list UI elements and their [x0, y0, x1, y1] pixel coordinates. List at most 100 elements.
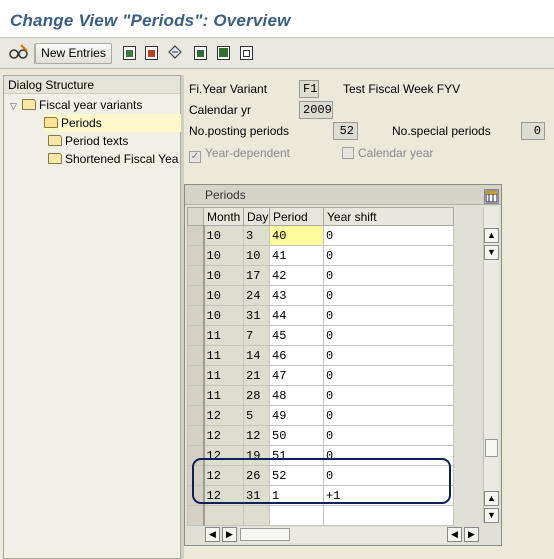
display-change-button[interactable] — [8, 44, 32, 65]
horizontal-scroll-thumb[interactable] — [240, 528, 290, 541]
table-horizontal-scrollbar[interactable] — [239, 527, 451, 543]
cell-month: 10 — [203, 265, 244, 286]
undo-icon — [168, 45, 182, 59]
cell-day: 24 — [243, 285, 270, 306]
application-toolbar: New Entries — [0, 38, 554, 69]
table-row: 12 12 50 0 — [187, 425, 454, 446]
cell-period[interactable]: 48 — [269, 385, 324, 406]
page-up-button[interactable]: ▲ — [484, 491, 499, 506]
cell-month: 12 — [203, 425, 244, 446]
copy-icon-mark — [126, 50, 133, 57]
cell-month: 11 — [203, 365, 244, 386]
select-all-button[interactable] — [191, 43, 211, 64]
scroll-left-button[interactable]: ◀ — [205, 527, 220, 542]
title-bar: Change View "Periods": Overview — [0, 0, 554, 38]
column-header-period[interactable]: Period — [269, 207, 324, 226]
cell-year-shift[interactable]: 0 — [323, 405, 454, 426]
cell-year-shift[interactable]: 0 — [323, 245, 454, 266]
cell-year-shift[interactable]: 0 — [323, 345, 454, 366]
cell-period[interactable]: 41 — [269, 245, 324, 266]
tree-item-periods[interactable]: Periods — [44, 114, 181, 132]
table-row: 11 14 46 0 — [187, 345, 454, 366]
row-selector[interactable] — [187, 385, 205, 406]
column-header-day[interactable]: Day — [243, 207, 270, 226]
calendar-year-label: Calendar year — [358, 146, 434, 160]
table-row: 10 10 41 0 — [187, 245, 454, 266]
table-row: 11 21 47 0 — [187, 365, 454, 386]
row-selector[interactable] — [187, 325, 205, 346]
row-selector[interactable] — [187, 345, 205, 366]
cell-year-shift[interactable]: 0 — [323, 225, 454, 246]
cell-year-shift[interactable]: 0 — [323, 325, 454, 346]
scroll-right-button[interactable]: ▶ — [222, 527, 237, 542]
cell-period[interactable]: 45 — [269, 325, 324, 346]
delete-button[interactable] — [142, 43, 162, 64]
cell-period[interactable]: 47 — [269, 365, 324, 386]
cell-period[interactable]: 49 — [269, 405, 324, 426]
cell-month: 11 — [203, 325, 244, 346]
cell-month: 10 — [203, 305, 244, 326]
cell-day: 10 — [243, 245, 270, 266]
copy-as-button[interactable] — [120, 43, 140, 64]
checkbox-checked-icon: ✓ — [189, 151, 201, 163]
scroll-down-button[interactable]: ▼ — [484, 508, 499, 523]
scroll-right-end-button[interactable]: ▶ — [464, 527, 479, 542]
calendar-year-checkbox: Calendar year — [342, 145, 433, 161]
table-vertical-scrollbar[interactable]: ▲ ▼ ▲ ▼ — [483, 189, 499, 523]
fy-variant-label: Fi.Year Variant — [189, 82, 268, 96]
table-row: 10 31 44 0 — [187, 305, 454, 326]
row-selector[interactable] — [187, 225, 205, 246]
select-all-rows-cell[interactable] — [187, 207, 204, 226]
cell-month: 10 — [203, 285, 244, 306]
tree-item-shortened-fiscal-year[interactable]: Shortened Fiscal Yea — [48, 150, 180, 168]
row-selector[interactable] — [187, 245, 205, 266]
cell-period[interactable]: 42 — [269, 265, 324, 286]
tree-item-label: Period texts — [65, 134, 129, 148]
tree-item-label: Fiscal year variants — [39, 98, 143, 112]
row-selector[interactable] — [187, 365, 205, 386]
expand-triangle-icon[interactable]: ▽ — [10, 97, 20, 115]
column-header-month[interactable]: Month — [203, 207, 244, 226]
cell-month — [203, 505, 244, 526]
table-row: 12 5 49 0 — [187, 405, 454, 426]
cell-day: 3 — [243, 225, 270, 246]
cell-period[interactable]: 46 — [269, 345, 324, 366]
cell-period[interactable]: 43 — [269, 285, 324, 306]
cell-year-shift[interactable]: 0 — [323, 285, 454, 306]
cell-year-shift[interactable]: 0 — [323, 265, 454, 286]
select-block-icon-mark — [219, 48, 228, 57]
table-settings-button[interactable] — [484, 189, 499, 204]
cell-year-shift[interactable] — [323, 505, 454, 526]
tree-item-label: Periods — [61, 116, 102, 130]
select-block-button[interactable] — [214, 43, 234, 64]
cell-year-shift[interactable]: 0 — [323, 385, 454, 406]
scroll-up-button[interactable]: ▲ — [484, 228, 499, 243]
tree-item-fiscal-year-variants[interactable]: ▽ Fiscal year variants — [10, 96, 142, 114]
row-selector[interactable] — [187, 265, 205, 286]
cell-period[interactable] — [269, 505, 324, 526]
table-row: 11 28 48 0 — [187, 385, 454, 406]
deselect-all-button[interactable] — [237, 43, 257, 64]
column-header-year-shift[interactable]: Year shift — [323, 207, 454, 226]
cell-period[interactable]: 40 — [269, 225, 324, 246]
cell-year-shift[interactable]: 0 — [323, 305, 454, 326]
cell-year-shift[interactable]: 0 — [323, 365, 454, 386]
row-selector[interactable] — [187, 425, 205, 446]
open-folder-icon — [44, 117, 58, 128]
cell-period[interactable]: 44 — [269, 305, 324, 326]
cell-month: 12 — [203, 405, 244, 426]
page-down-button[interactable]: ▼ — [484, 245, 499, 260]
cell-year-shift[interactable]: 0 — [323, 425, 454, 446]
tree-item-period-texts[interactable]: Period texts — [48, 132, 128, 150]
new-entries-button[interactable]: New Entries — [35, 43, 112, 64]
undo-change-button[interactable] — [166, 43, 186, 64]
scroll-thumb[interactable] — [485, 439, 498, 457]
scroll-left-end-button[interactable]: ◀ — [447, 527, 462, 542]
cell-period[interactable]: 50 — [269, 425, 324, 446]
page-title: Change View "Periods": Overview — [10, 11, 291, 30]
year-dependent-checkbox: ✓ Year-dependent — [189, 145, 290, 163]
row-selector[interactable] — [187, 505, 205, 526]
row-selector[interactable] — [187, 285, 205, 306]
row-selector[interactable] — [187, 405, 205, 426]
row-selector[interactable] — [187, 305, 205, 326]
